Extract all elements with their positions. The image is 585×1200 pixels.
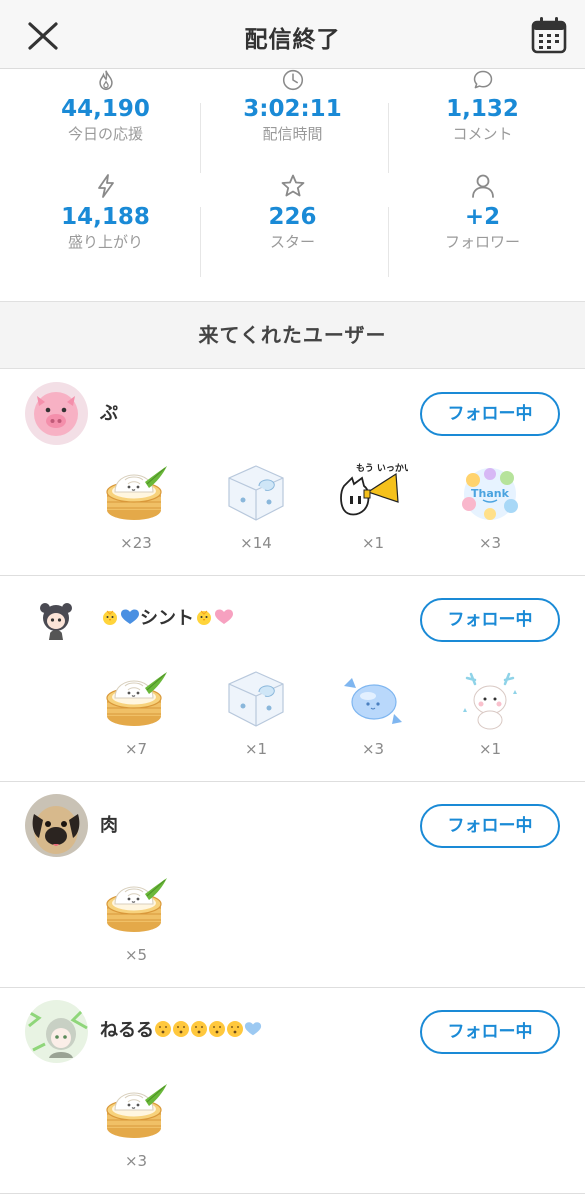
fire-icon bbox=[98, 70, 113, 91]
kissing-face-icon bbox=[155, 1021, 171, 1037]
user-name[interactable]: シント bbox=[100, 608, 234, 630]
list-item: ねるる フォロー中 ×3 bbox=[0, 988, 585, 1194]
stat-duration: 3:02:11 配信時間 bbox=[195, 69, 390, 143]
stat-label: フォロワー bbox=[444, 233, 520, 251]
gift-count: ×1 bbox=[478, 740, 502, 758]
user-name[interactable]: 肉 bbox=[100, 815, 118, 837]
gift-count: ×3 bbox=[124, 1152, 148, 1170]
gift-item: ×5 bbox=[98, 874, 174, 964]
follow-button[interactable]: フォロー中 bbox=[420, 1010, 560, 1054]
stat-label: 盛り上がり bbox=[67, 233, 143, 251]
dumpling-steamer-icon bbox=[106, 1083, 168, 1139]
gift-item: Thank ×3 bbox=[452, 462, 528, 552]
avatar[interactable] bbox=[25, 588, 88, 651]
gift-list: ×7 ×1 ×3 ×1 bbox=[0, 668, 585, 768]
stat-value: 44,190 bbox=[61, 96, 150, 122]
chick-icon bbox=[197, 610, 211, 625]
gift-count: ×7 bbox=[124, 740, 148, 758]
user-name-text: シント bbox=[140, 608, 194, 629]
dumpling-steamer-icon bbox=[106, 671, 168, 727]
calendar-icon[interactable] bbox=[531, 16, 567, 54]
gift-item: ×1 bbox=[452, 668, 528, 758]
kissing-face-icon bbox=[173, 1021, 189, 1037]
header-bar: 配信終了 bbox=[0, 0, 585, 69]
gift-list: ×23 ×14 もう いっかい ×1 Thank ×3 bbox=[0, 462, 585, 562]
blue-heart-icon bbox=[121, 609, 139, 624]
avatar[interactable] bbox=[25, 794, 88, 857]
stat-label: スター bbox=[269, 233, 315, 251]
gift-item: ×14 bbox=[218, 462, 294, 552]
gift-caption-line1: もう いっかい bbox=[356, 463, 408, 474]
gift-item: ×23 bbox=[98, 462, 174, 552]
gift-item: ×7 bbox=[98, 668, 174, 758]
gift-count: ×1 bbox=[244, 740, 268, 758]
follow-button[interactable]: フォロー中 bbox=[420, 598, 560, 642]
blue-heart-icon bbox=[244, 1022, 262, 1036]
gift-item: ×3 bbox=[335, 668, 411, 758]
stat-label: 配信時間 bbox=[262, 125, 323, 143]
stat-value: 3:02:11 bbox=[243, 96, 342, 122]
stat-comments: 1,132 コメント bbox=[385, 69, 580, 143]
gift-list: ×3 bbox=[0, 1080, 585, 1180]
stat-followers: +2 フォロワー bbox=[385, 173, 580, 251]
blue-candy-icon bbox=[344, 678, 402, 724]
stat-value: 14,188 bbox=[61, 204, 150, 230]
follow-button[interactable]: フォロー中 bbox=[420, 804, 560, 848]
comment-icon bbox=[473, 70, 492, 89]
list-item: シント フォロー中 ×7 ×1 ×3 ×1 bbox=[0, 576, 585, 782]
bolt-icon bbox=[97, 174, 114, 198]
dumpling-steamer-icon bbox=[106, 465, 168, 521]
list-item: ぷ フォロー中 ×23 ×14 もう いっかい ×1 Thank ×3 bbox=[0, 370, 585, 576]
person-icon bbox=[471, 174, 494, 198]
gift-count: ×14 bbox=[240, 534, 272, 552]
user-name-text: ねるる bbox=[100, 1020, 154, 1041]
dice-icon bbox=[228, 465, 284, 521]
gift-count: ×1 bbox=[361, 534, 385, 552]
clock-icon bbox=[282, 69, 303, 91]
stat-stars: 226 スター bbox=[195, 173, 390, 251]
stat-excitement: 14,188 盛り上がり bbox=[8, 173, 203, 251]
chick-icon bbox=[103, 610, 117, 625]
stat-value: 1,132 bbox=[446, 96, 519, 122]
reindeer-icon bbox=[463, 672, 517, 730]
visitors-section-header: 来てくれたユーザー bbox=[0, 301, 585, 369]
stat-cheer: 44,190 今日の応援 bbox=[8, 69, 203, 143]
dice-icon bbox=[228, 671, 284, 727]
stat-label: 今日の応援 bbox=[67, 125, 143, 143]
kissing-face-icon bbox=[209, 1021, 225, 1037]
gift-list: ×5 bbox=[0, 874, 585, 974]
gift-item: もう いっかい ×1 bbox=[335, 462, 411, 552]
gift-count: ×3 bbox=[361, 740, 385, 758]
stat-label: コメント bbox=[452, 125, 513, 143]
avatar[interactable] bbox=[25, 382, 88, 445]
kissing-face-icon bbox=[191, 1021, 207, 1037]
gift-count: ×3 bbox=[478, 534, 502, 552]
user-name[interactable]: ねるる bbox=[100, 1020, 262, 1042]
star-icon bbox=[281, 174, 304, 197]
dumpling-steamer-icon bbox=[106, 877, 168, 933]
gift-item: ×3 bbox=[98, 1080, 174, 1170]
page-title: 配信終了 bbox=[244, 27, 341, 53]
follow-button[interactable]: フォロー中 bbox=[420, 392, 560, 436]
stat-value: 226 bbox=[268, 204, 317, 230]
avatar[interactable] bbox=[25, 1000, 88, 1063]
svg-text:Thank: Thank bbox=[471, 487, 510, 500]
cat-megaphone-icon: もう いっかい bbox=[340, 463, 408, 516]
thank-you-sticker-icon: Thank bbox=[462, 468, 518, 520]
section-title: 来てくれたユーザー bbox=[198, 323, 387, 347]
gift-count: ×5 bbox=[124, 946, 148, 964]
pink-heart-icon bbox=[215, 609, 233, 624]
kissing-face-icon bbox=[227, 1021, 243, 1037]
stat-value: +2 bbox=[464, 204, 501, 230]
gift-item: ×1 bbox=[218, 668, 294, 758]
gift-count: ×23 bbox=[120, 534, 152, 552]
user-name[interactable]: ぷ bbox=[100, 403, 118, 425]
stats-grid: 44,190 今日の応援 3:02:11 配信時間 1,132 コメント 14,… bbox=[0, 69, 585, 301]
list-item: 肉 フォロー中 ×5 bbox=[0, 782, 585, 988]
